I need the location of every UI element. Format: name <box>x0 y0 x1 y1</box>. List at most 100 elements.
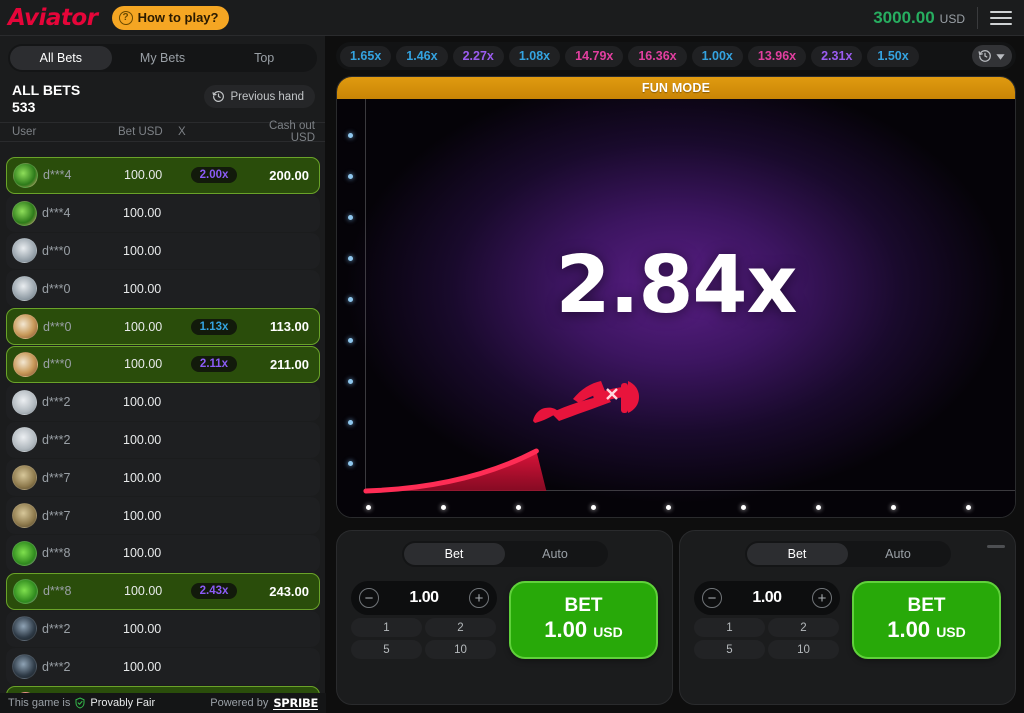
minimize-icon[interactable] <box>987 545 1005 548</box>
bet-user-name: d***7 <box>42 508 71 523</box>
table-row[interactable]: d***8 100.00 2.43x 243.00 <box>6 572 320 610</box>
table-row[interactable]: d***0 100.00 2.11x 211.00 <box>6 345 320 383</box>
bet-multiplier: 2.11x <box>184 356 244 373</box>
quick-amount-buttons: 1 2 5 10 <box>694 618 840 659</box>
bet-user-name: d***0 <box>42 243 71 258</box>
tab-auto[interactable]: Auto <box>848 543 949 565</box>
bet-cashout-amount: 200.00 <box>269 167 309 183</box>
history-toggle-button[interactable] <box>972 45 1012 67</box>
bet-user-name: d***4 <box>42 206 71 221</box>
stake-value[interactable]: 1.00 <box>409 589 439 607</box>
provably-fair-label: Provably Fair <box>90 697 156 709</box>
bet-amount: 100.00 <box>123 546 162 561</box>
bets-list[interactable]: d***4 100.00 2.00x 200.00 d***4 100.00 d***0 10… <box>0 156 326 713</box>
bet-user-name: d***2 <box>42 432 71 447</box>
previous-hand-button[interactable]: Previous hand <box>204 85 315 108</box>
table-row[interactable]: d***7 100.00 <box>6 497 320 534</box>
bet-cashout-amount: 113.00 <box>269 319 309 335</box>
question-mark-icon: ? <box>118 10 133 25</box>
avatar <box>13 314 38 340</box>
quick-amount-buttons: 1 2 5 10 <box>351 618 497 659</box>
tab-all-bets[interactable]: All Bets <box>10 46 112 70</box>
bet-amount: 100.00 <box>124 584 163 599</box>
tab-auto[interactable]: Auto <box>505 543 606 565</box>
place-bet-button[interactable]: BET 1.00 USD <box>852 581 1001 659</box>
bet-user-name: d***8 <box>42 546 71 561</box>
plus-circle-icon[interactable]: + <box>811 588 832 608</box>
table-row[interactable]: d***0 100.00 <box>6 232 320 270</box>
bet-user-name: d***0 <box>42 281 71 296</box>
quick-amount-1[interactable]: 1 <box>351 618 422 637</box>
quick-amount-2[interactable]: 2 <box>768 618 839 637</box>
tab-my-bets[interactable]: My Bets <box>112 46 214 70</box>
plus-circle-icon[interactable]: + <box>468 588 489 608</box>
place-bet-button[interactable]: BET 1.00 USD <box>509 581 658 659</box>
bet-amount: 100.00 <box>123 281 162 296</box>
sidebar-footer: This game is Provably Fair Powered by SP… <box>0 693 326 713</box>
table-row[interactable]: d***8 100.00 <box>6 534 320 572</box>
history-multiplier-chip[interactable]: 13.96x <box>747 45 807 67</box>
table-row[interactable]: d***0 100.00 1.13x 113.00 <box>6 308 320 345</box>
chevron-down-icon <box>996 53 1005 60</box>
table-row[interactable]: d***2 100.00 <box>6 610 320 648</box>
history-multiplier-chip[interactable]: 1.50x <box>867 45 919 67</box>
column-user: User <box>12 126 37 138</box>
all-bets-title-block: ALL BETS 533 <box>12 82 80 116</box>
hamburger-menu-icon[interactable] <box>990 10 1012 25</box>
how-to-play-button[interactable]: ? How to play? <box>111 5 230 30</box>
fun-mode-banner: FUN MODE <box>337 77 1015 99</box>
table-row[interactable]: d***4 100.00 2.00x 200.00 <box>6 157 320 194</box>
table-row[interactable]: d***0 100.00 <box>6 270 320 308</box>
avatar <box>12 654 37 680</box>
quick-amount-5[interactable]: 5 <box>694 640 765 659</box>
quick-amount-1[interactable]: 1 <box>694 618 765 637</box>
quick-amount-10[interactable]: 10 <box>768 640 839 659</box>
bet-button-currency: USD <box>593 624 623 640</box>
table-row[interactable]: d***4 100.00 <box>6 194 320 232</box>
top-bar: Aviator ? How to play? 3000.00 USD <box>0 0 1024 36</box>
history-multiplier-chip[interactable]: 1.46x <box>396 45 448 67</box>
bet-panels-container: Bet Auto −1.00 +1 2 5 10 BET 1.00 USD Bet Auto −1.0… <box>336 530 1016 705</box>
history-multiplier-chip[interactable]: 2.27x <box>452 45 504 67</box>
quick-amount-2[interactable]: 2 <box>425 618 496 637</box>
history-multiplier-chip[interactable]: 16.36x <box>628 45 687 67</box>
minus-circle-icon[interactable]: − <box>359 588 379 608</box>
bet-user-name: d***0 <box>43 319 72 334</box>
table-row[interactable]: d***7 100.00 <box>6 459 320 497</box>
table-row[interactable]: d***2 100.00 <box>6 648 320 686</box>
bet-panel-1: Bet Auto − 1.00 +1 2 5 10 BET 1.00 USD <box>336 530 673 705</box>
history-multiplier-chip[interactable]: 2.31x <box>811 45 863 67</box>
bet-cashout-amount: 243.00 <box>269 583 309 599</box>
stake-value[interactable]: 1.00 <box>752 589 782 607</box>
tab-bet[interactable]: Bet <box>403 543 505 565</box>
spribe-brand: SPRIBE <box>273 695 318 710</box>
bet-button-amount: 1.00 USD <box>544 617 623 642</box>
tab-bet[interactable]: Bet <box>746 543 848 565</box>
provably-fair-block[interactable]: This game is Provably Fair <box>8 697 155 709</box>
history-multiplier-chip[interactable]: 1.65x <box>340 45 392 67</box>
bet-amount: 100.00 <box>123 206 162 221</box>
all-bets-label: ALL BETS <box>12 82 81 98</box>
tab-top[interactable]: Top <box>213 46 315 70</box>
bet-amount: 100.00 <box>124 357 163 372</box>
history-multiplier-chip[interactable]: 1.00x <box>691 45 743 67</box>
bet-cashout-amount: 211.00 <box>269 356 309 372</box>
bet-amount: 100.00 <box>123 432 162 447</box>
table-row[interactable]: d***2 100.00 <box>6 383 320 421</box>
aviator-game-app: Aviator ? How to play? 3000.00 USD All Be… <box>0 0 1024 713</box>
history-multiplier-chip[interactable]: 1.08x <box>508 45 561 67</box>
bet-multiplier: 1.13x <box>184 318 244 335</box>
balance-display: 3000.00 USD <box>873 8 965 28</box>
quick-amount-10[interactable]: 10 <box>425 640 496 659</box>
bet-mode-tabs: Bet Auto <box>401 541 608 567</box>
this-game-is-label: This game is <box>8 697 71 709</box>
quick-amount-5[interactable]: 5 <box>351 640 422 659</box>
bet-amount: 100.00 <box>123 621 162 636</box>
table-row[interactable]: d***2 100.00 <box>6 421 320 459</box>
bet-panel-2: Bet Auto − 1.00 +1 2 5 10 BET 1.00 USD <box>679 530 1016 705</box>
minus-circle-icon[interactable]: − <box>702 588 722 608</box>
game-canvas-container: FUN MODE 2.84x <box>336 76 1016 518</box>
bet-button-currency: USD <box>936 624 966 640</box>
bet-user-name: d***7 <box>42 470 71 485</box>
history-multiplier-chip[interactable]: 14.79x <box>565 45 624 67</box>
